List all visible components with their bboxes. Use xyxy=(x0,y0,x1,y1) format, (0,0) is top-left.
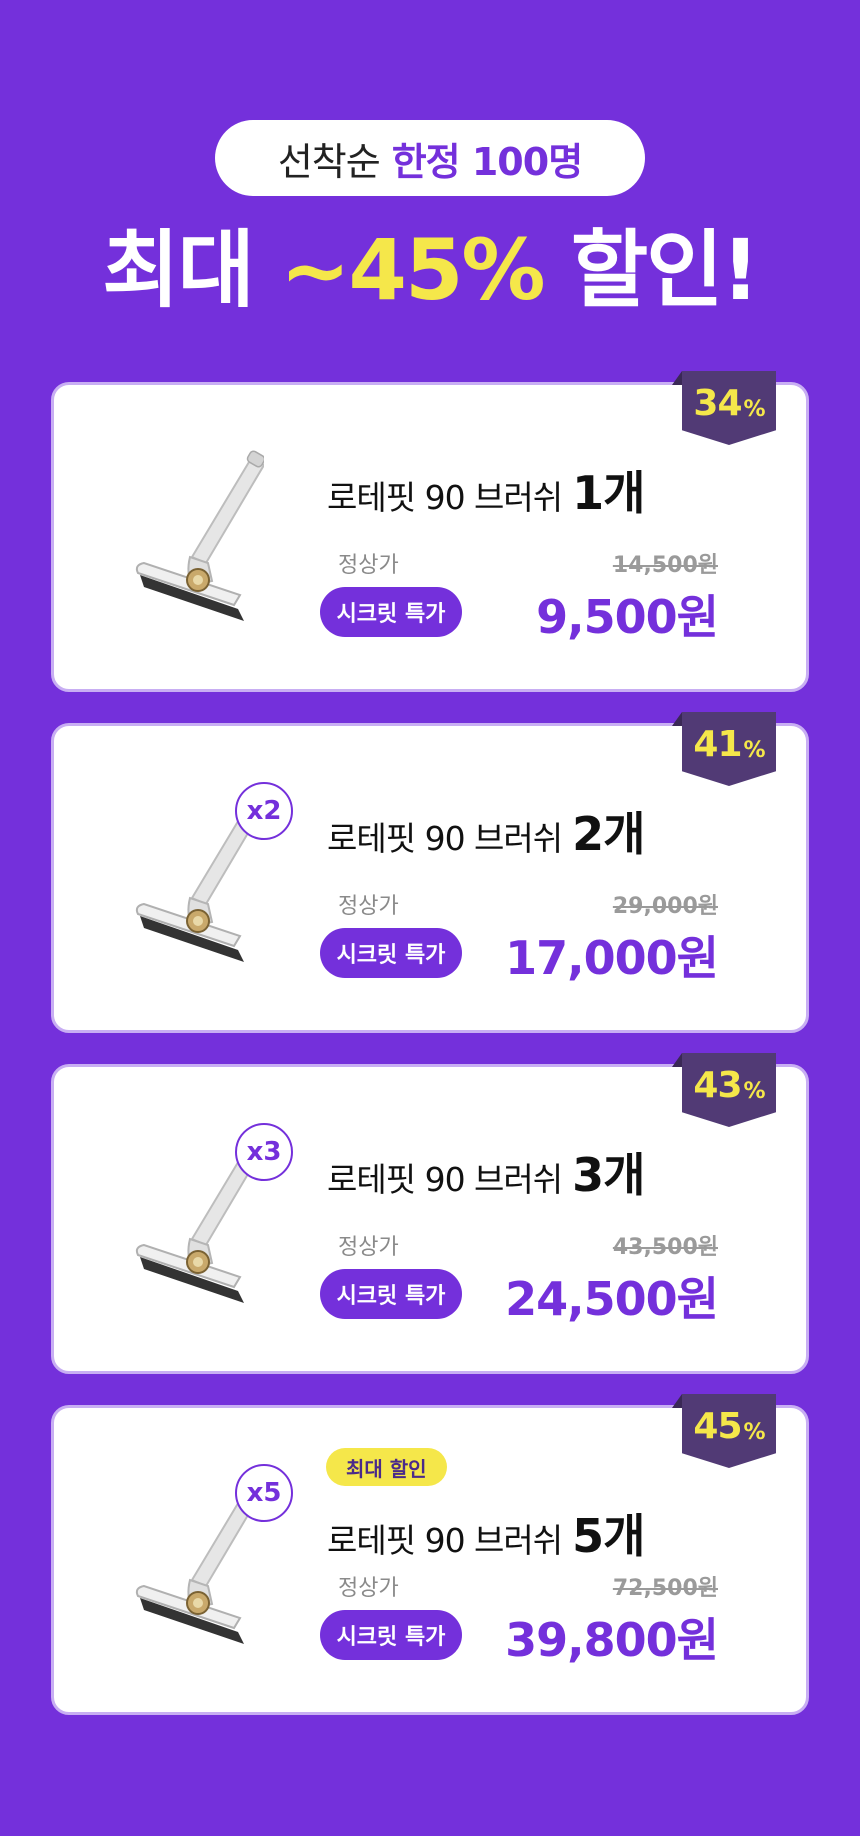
product-title: 로테핏 90 브러쉬 1개 xyxy=(327,457,645,523)
product-title: 로테핏 90 브러쉬 2개 xyxy=(327,798,645,864)
regular-price: 14,500원 xyxy=(612,553,718,578)
discount-unit: % xyxy=(743,397,766,422)
quantity-badge: x3 xyxy=(235,1123,293,1181)
ribbon-fold xyxy=(672,371,682,385)
max-discount-badge: 최대 할인 xyxy=(326,1448,447,1486)
sale-price: 39,800원 xyxy=(505,1613,719,1667)
headline-post: 할인! xyxy=(570,221,760,319)
product-card-3[interactable]: 43% x3 로테핏 90 브러쉬 3개 정상가 43,500원 시크릿 특가 … xyxy=(51,1053,809,1374)
product-title: 로테핏 90 브러쉬 3개 xyxy=(327,1139,645,1205)
product-card-4[interactable]: 45% x5 최대 할인 로테핏 90 브러쉬 5개 정상가 72,500원 시… xyxy=(51,1394,809,1715)
discount-value: 45 xyxy=(693,1406,742,1447)
product-title: 로테핏 90 브러쉬 5개 xyxy=(327,1500,645,1566)
product-count: 3개 xyxy=(572,1148,645,1202)
quantity-badge: x2 xyxy=(235,782,293,840)
headline: 최대 ~45% 할인! xyxy=(0,220,860,320)
ribbon-fold xyxy=(672,712,682,726)
discount-unit: % xyxy=(743,1079,766,1104)
ribbon-fold xyxy=(672,1394,682,1408)
secret-deal-badge: 시크릿 특가 xyxy=(320,1269,462,1319)
sale-price: 9,500원 xyxy=(536,590,719,644)
sale-price: 24,500원 xyxy=(505,1272,719,1326)
discount-ribbon: 41% xyxy=(682,712,776,786)
brush-product-image xyxy=(135,450,264,621)
product-name: 로테핏 90 브러쉬 xyxy=(327,819,563,858)
product-count: 2개 xyxy=(572,807,645,861)
pill-limit-text: 한정 100명 xyxy=(391,139,583,184)
headline-discount: ~45% xyxy=(280,221,545,319)
discount-unit: % xyxy=(743,738,766,763)
regular-price: 29,000원 xyxy=(612,894,718,919)
regular-price-label: 정상가 xyxy=(338,1576,399,1601)
sale-price: 17,000원 xyxy=(505,931,719,985)
regular-price-label: 정상가 xyxy=(338,894,399,919)
regular-price: 43,500원 xyxy=(612,1235,718,1260)
product-name: 로테핏 90 브러쉬 xyxy=(327,1160,563,1199)
discount-value: 34 xyxy=(693,383,742,424)
ribbon-fold xyxy=(672,1053,682,1067)
secret-deal-badge: 시크릿 특가 xyxy=(320,928,462,978)
secret-deal-badge: 시크릿 특가 xyxy=(320,1610,462,1660)
product-card-1[interactable]: 34% 로테핏 90 브러쉬 1개 정상가 14,500원 시크릿 특가 9,5… xyxy=(51,371,809,692)
discount-value: 43 xyxy=(693,1065,742,1106)
discount-value: 41 xyxy=(693,724,742,765)
discount-ribbon: 43% xyxy=(682,1053,776,1127)
discount-unit: % xyxy=(743,1420,766,1445)
product-name: 로테핏 90 브러쉬 xyxy=(327,478,563,517)
discount-ribbon: 34% xyxy=(682,371,776,445)
product-card-2[interactable]: 41% x2 로테핏 90 브러쉬 2개 정상가 29,000원 시크릿 특가 … xyxy=(51,712,809,1033)
product-name: 로테핏 90 브러쉬 xyxy=(327,1521,563,1560)
quantity-badge: x5 xyxy=(235,1464,293,1522)
pill-first-come-text: 선착순 xyxy=(277,139,381,184)
regular-price: 72,500원 xyxy=(612,1576,718,1601)
regular-price-label: 정상가 xyxy=(338,553,399,578)
regular-price-label: 정상가 xyxy=(338,1235,399,1260)
discount-ribbon: 45% xyxy=(682,1394,776,1468)
headline-pre: 최대 xyxy=(102,221,255,319)
product-count: 1개 xyxy=(572,466,645,520)
secret-deal-badge: 시크릿 특가 xyxy=(320,587,462,637)
product-count: 5개 xyxy=(572,1509,645,1563)
limited-offer-pill: 선착순 한정 100명 xyxy=(215,120,645,196)
